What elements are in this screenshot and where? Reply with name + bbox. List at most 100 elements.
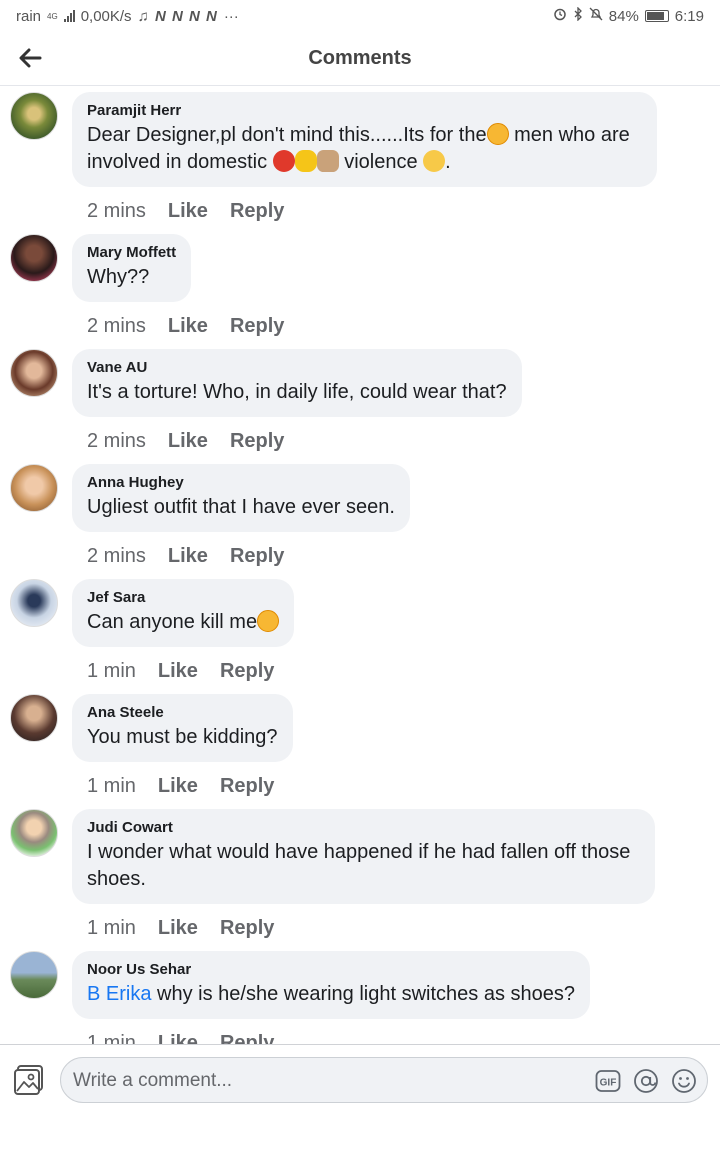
like-button[interactable]: Like xyxy=(168,430,208,453)
comment-time: 2 mins xyxy=(87,200,146,222)
comment-composer: GIF xyxy=(0,1044,720,1114)
comment-bubble[interactable]: Mary Moffett Why?? xyxy=(72,234,192,302)
avatar[interactable] xyxy=(10,92,58,140)
reply-button[interactable]: Reply xyxy=(220,775,274,798)
avatar[interactable] xyxy=(10,809,58,857)
comment-text-part: I wonder what would have happened if he … xyxy=(87,841,631,863)
comment-bubble[interactable]: Paramjit Herr Dear Designer,pl don't min… xyxy=(72,92,657,187)
like-button[interactable]: Like xyxy=(168,545,208,568)
avatar[interactable] xyxy=(10,579,58,627)
back-button[interactable] xyxy=(14,42,46,74)
like-button[interactable]: Like xyxy=(158,1032,198,1044)
comment-time: 1 min xyxy=(87,660,136,682)
reply-button[interactable]: Reply xyxy=(230,315,284,338)
clapping-hands-emoji-icon xyxy=(294,150,317,172)
emoji-button[interactable] xyxy=(671,1068,697,1094)
comment-text: It's a torture! Who, in daily life, coul… xyxy=(87,381,507,403)
reply-button[interactable]: Reply xyxy=(230,430,284,453)
network-speed: 0,00K/s xyxy=(80,7,132,25)
battery-icon xyxy=(644,10,669,22)
photo-button[interactable] xyxy=(12,1063,46,1097)
photo-icon xyxy=(14,1065,43,1095)
reply-button[interactable]: Reply xyxy=(220,917,274,940)
carrier-label: rain xyxy=(16,7,42,25)
arrow-left-icon xyxy=(19,48,42,68)
comment-author[interactable]: Anna Hughey xyxy=(87,474,395,491)
reply-button[interactable]: Reply xyxy=(230,545,284,568)
people-fighting-emoji-icon xyxy=(316,150,339,172)
comment-author[interactable]: Noor Us Sehar xyxy=(87,961,575,978)
like-button[interactable]: Like xyxy=(158,775,198,798)
upside-down-face-emoji-icon xyxy=(257,610,280,632)
page-title: Comments xyxy=(308,47,412,69)
comment-time: 2 mins xyxy=(87,545,146,567)
comment-bubble[interactable]: Jef Sara Can anyone kill me xyxy=(72,579,295,647)
comment-input[interactable] xyxy=(73,1066,573,1096)
like-button[interactable]: Like xyxy=(158,917,198,940)
avatar[interactable] xyxy=(10,694,58,742)
comment-bubble[interactable]: Ana Steele You must be kidding? xyxy=(72,694,293,762)
battery-percent: 84% xyxy=(608,7,639,25)
status-left: rain 4G 0,00K/s ♫ N N N N ··· xyxy=(16,8,239,25)
comment-author[interactable]: Ana Steele xyxy=(87,704,278,721)
comment-author[interactable]: Vane AU xyxy=(87,359,507,376)
comment-text-part: men who are xyxy=(514,124,630,146)
mention-button[interactable] xyxy=(633,1068,659,1094)
comment-author[interactable]: Mary Moffett xyxy=(87,244,176,261)
comment-text: Ugliest outfit that I have ever seen. xyxy=(87,496,395,518)
comment-text: Why?? xyxy=(87,266,150,288)
network-label: 4G xyxy=(47,11,58,21)
comment-time: 1 min xyxy=(87,1032,136,1044)
header: Comments xyxy=(0,32,720,86)
comment-actions: 1 min Like Reply xyxy=(87,660,274,683)
flushed-face-emoji-icon xyxy=(486,123,509,145)
party-face-emoji-icon xyxy=(423,150,446,172)
gif-button[interactable]: GIF xyxy=(595,1068,621,1094)
comment-actions: 1 min Like Reply xyxy=(87,1032,274,1044)
silent-icon xyxy=(589,7,603,25)
comment-bubble[interactable]: Judi Cowart I wonder what would have hap… xyxy=(72,809,655,904)
comment-actions: 2 mins Like Reply xyxy=(87,315,284,338)
comment-text-part: why is he/she wearing light switches as … xyxy=(151,983,576,1005)
comment-time: 2 mins xyxy=(87,315,146,337)
comment-bubble[interactable]: Anna Hughey Ugliest outfit that I have e… xyxy=(72,464,410,532)
comment-actions: 1 min Like Reply xyxy=(87,775,274,798)
comment-bubble[interactable]: Vane AU It's a torture! Who, in daily li… xyxy=(72,349,522,417)
status-right: 84% 6:19 xyxy=(553,6,704,25)
reply-button[interactable]: Reply xyxy=(220,660,274,683)
comment-time: 1 min xyxy=(87,917,136,939)
comment-text: B Erika why is he/she wearing light swit… xyxy=(87,981,575,1008)
like-button[interactable]: Like xyxy=(168,200,208,223)
comment-text-part: shoes. xyxy=(87,868,146,890)
svg-text:GIF: GIF xyxy=(600,1078,617,1089)
avatar[interactable] xyxy=(10,951,58,999)
comment-author[interactable]: Jef Sara xyxy=(87,589,279,606)
clock-time: 6:19 xyxy=(674,7,704,25)
comment-text-part: violence xyxy=(344,151,418,173)
like-button[interactable]: Like xyxy=(158,660,198,683)
avatar[interactable] xyxy=(10,464,58,512)
status-bar: rain 4G 0,00K/s ♫ N N N N ··· 84% 6:19 xyxy=(0,0,720,32)
at-sign-icon xyxy=(634,1069,658,1093)
comment-author[interactable]: Judi Cowart xyxy=(87,819,640,836)
avatar[interactable] xyxy=(10,349,58,397)
reply-button[interactable]: Reply xyxy=(220,1032,274,1044)
mention-link[interactable]: B Erika xyxy=(87,983,151,1005)
smiley-icon xyxy=(672,1069,696,1093)
bluetooth-icon xyxy=(573,6,583,25)
comment-text-part: involved in domestic xyxy=(87,151,268,173)
reply-button[interactable]: Reply xyxy=(230,200,284,223)
avatar[interactable] xyxy=(10,234,58,282)
gif-icon: GIF xyxy=(595,1070,621,1092)
comment-actions: 1 min Like Reply xyxy=(87,917,274,940)
like-button[interactable]: Like xyxy=(168,315,208,338)
comment-actions: 2 mins Like Reply xyxy=(87,200,284,223)
comment-bubble[interactable]: Noor Us Sehar B Erika why is he/she wear… xyxy=(72,951,591,1019)
comment-actions: 2 mins Like Reply xyxy=(87,430,284,453)
comment-text: Dear Designer,pl don't mind this......It… xyxy=(87,122,642,176)
comment-author[interactable]: Paramjit Herr xyxy=(87,102,642,119)
comment-text-part: . xyxy=(445,151,451,173)
comment-time: 1 min xyxy=(87,775,136,797)
comment-input-wrapper: GIF xyxy=(60,1057,708,1103)
comment-time: 2 mins xyxy=(87,430,146,452)
